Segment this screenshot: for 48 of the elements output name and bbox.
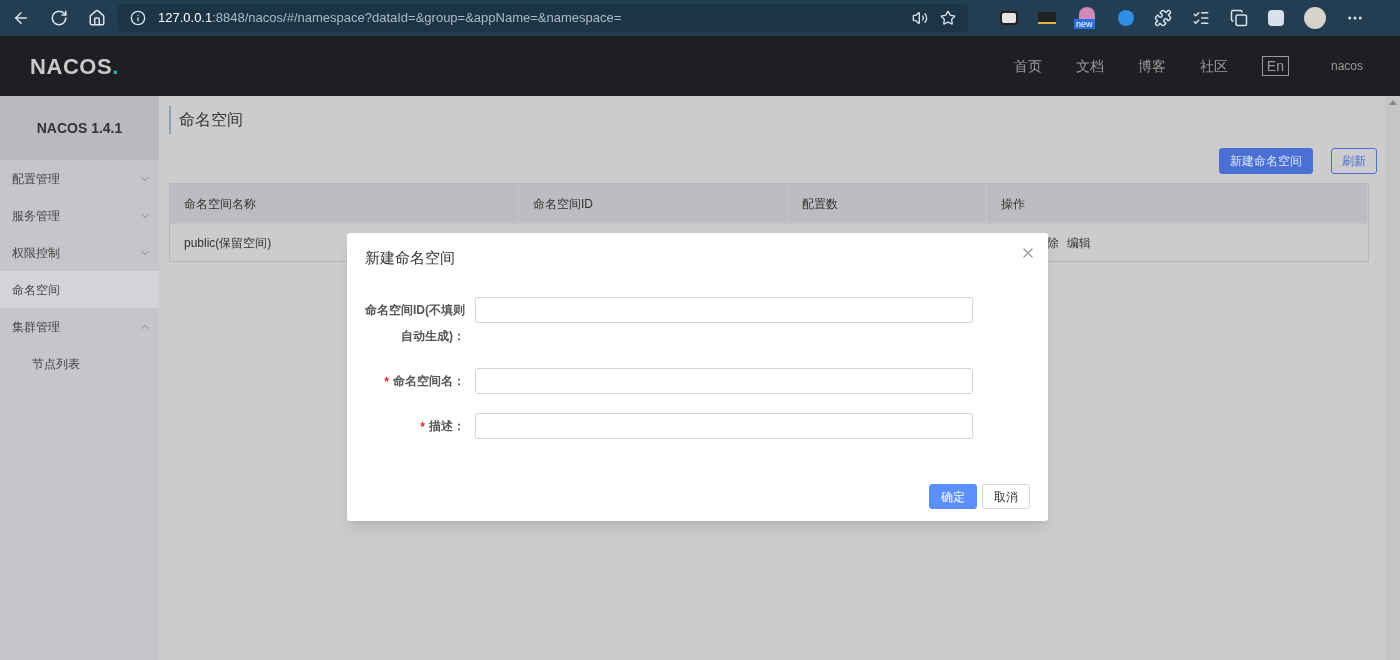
new-badge: new xyxy=(1074,19,1095,29)
info-icon xyxy=(130,10,146,26)
required-mark: * xyxy=(420,418,425,436)
refresh-icon[interactable] xyxy=(50,9,68,27)
read-aloud-icon[interactable] xyxy=(912,10,928,26)
create-button[interactable]: 新建命名空间 xyxy=(1219,148,1313,174)
page-title: 命名空间 xyxy=(169,106,1377,134)
column-header: 操作 xyxy=(987,184,1368,223)
favorites-icon[interactable] xyxy=(1192,9,1210,27)
column-header: 配置数 xyxy=(788,184,987,223)
puzzle-icon[interactable] xyxy=(1154,9,1172,27)
input-field[interactable] xyxy=(475,412,973,439)
field-label: 命名空间名： xyxy=(393,372,465,390)
add-favorite-icon[interactable] xyxy=(940,10,956,26)
nav-link[interactable]: 博客 xyxy=(1137,55,1166,77)
cancel-button[interactable]: 取消 xyxy=(982,484,1030,509)
action-link[interactable]: 除 xyxy=(1047,233,1059,252)
collections-icon[interactable] xyxy=(1230,9,1248,27)
required-mark: * xyxy=(384,373,389,391)
sidebar-item[interactable]: 权限控制 xyxy=(0,234,159,271)
sidebar-item[interactable]: 集群管理 xyxy=(0,308,159,345)
extension-icon[interactable] xyxy=(1000,11,1018,25)
field-label: 描述： xyxy=(429,417,465,435)
dialog-title: 新建命名空间 xyxy=(365,248,455,268)
avatar[interactable] xyxy=(1304,7,1326,29)
logo: NACOS. xyxy=(30,52,119,81)
sidebar-title: NACOS 1.4.1 xyxy=(0,96,159,160)
field-label: 命名空间ID(不填则自动生成)： xyxy=(365,301,465,345)
nav-link[interactable]: 首页 xyxy=(1013,55,1042,77)
sidebar-item[interactable]: 服务管理 xyxy=(0,197,159,234)
action-link[interactable]: 编辑 xyxy=(1067,233,1091,252)
sidebar-item[interactable]: 配置管理 xyxy=(0,160,159,197)
table-cell-text: public(保留空间) xyxy=(184,234,272,252)
confirm-button[interactable]: 确定 xyxy=(929,484,977,509)
back-icon[interactable] xyxy=(12,9,30,27)
input-field[interactable] xyxy=(475,296,973,323)
input-field[interactable] xyxy=(475,367,973,394)
nav-link[interactable]: 社区 xyxy=(1199,55,1228,77)
address-bar[interactable]: 127.0.0.1:8848/nacos/#/namespace?dataId=&group=&appName=&namespace= xyxy=(118,4,968,32)
column-header: 命名空间名称 xyxy=(170,184,519,223)
user-name[interactable]: nacos xyxy=(1330,57,1363,75)
extension-icon[interactable] xyxy=(1038,12,1056,24)
home-icon[interactable] xyxy=(88,9,106,27)
language-button[interactable]: En xyxy=(1261,56,1289,76)
nav-link[interactable]: 文档 xyxy=(1075,55,1104,77)
sidebar-item[interactable]: 命名空间 xyxy=(0,271,159,308)
column-header: 命名空间ID xyxy=(519,184,788,223)
sidebar-item[interactable]: 节点列表 xyxy=(0,345,159,382)
